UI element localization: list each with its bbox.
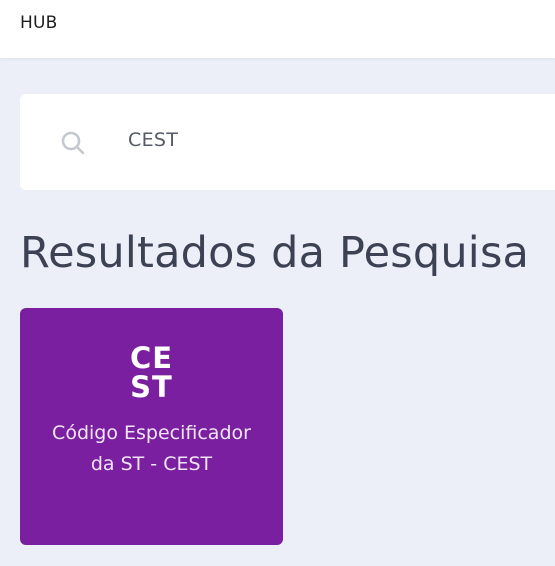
top-bar: HUB [0, 0, 555, 58]
result-card-label: Código Especificador da ST - CEST [52, 422, 251, 475]
result-card-cest[interactable]: CE ST Código Especificador da ST - CEST [20, 308, 283, 545]
cest-logo-line-1: CE [129, 341, 174, 375]
search-box[interactable] [20, 94, 555, 190]
results-heading: Resultados da Pesquisa [20, 228, 530, 278]
app-title: HUB [20, 13, 58, 33]
cest-logo-line-2: ST [130, 370, 173, 404]
search-icon[interactable] [60, 130, 86, 156]
cest-logo: CE ST [20, 344, 283, 402]
search-input[interactable]: CEST [128, 129, 178, 151]
